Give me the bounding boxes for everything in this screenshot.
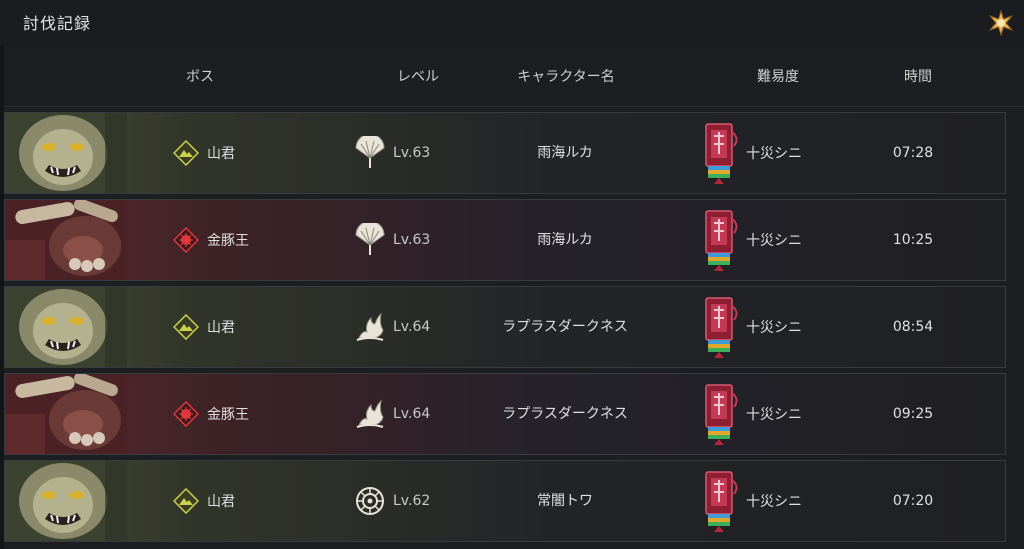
rose-emblem-icon xyxy=(356,487,384,515)
difficulty-label: 十災シニ xyxy=(746,494,802,510)
talisman-icon xyxy=(705,297,738,358)
talisman-icon xyxy=(705,123,738,184)
boss-portrait-tiger xyxy=(5,287,127,367)
difficulty-cell: 十災シニ xyxy=(702,287,802,367)
level-value: Lv.64 xyxy=(393,406,431,422)
table-row[interactable]: 山君 Lv.62 常闇トワ 十災シニ 07:20 xyxy=(4,460,1006,542)
difficulty-cell: 十災シニ xyxy=(702,113,802,193)
character-name: 常闇トワ xyxy=(537,493,593,509)
boss-portrait-pig-king xyxy=(5,200,127,280)
difficulty-cell: 十災シニ xyxy=(702,200,802,280)
table-row[interactable]: 金豚王 Lv.64 ラプラスダークネス 十災シニ 09:25 xyxy=(4,373,1006,455)
level-cell: Lv.64 xyxy=(353,287,430,367)
pig-king-boss-icon xyxy=(173,401,199,427)
header-level: レベル xyxy=(397,69,439,85)
fan-icon xyxy=(355,223,385,255)
talisman-icon xyxy=(705,384,738,445)
table-row[interactable]: 山君 Lv.64 ラプラスダークネス 十災シニ 08:54 xyxy=(4,286,1006,368)
level-value: Lv.63 xyxy=(393,232,431,248)
boss-cell: 山君 xyxy=(173,113,235,193)
table-row[interactable]: 山君 Lv.63 雨海ルカ 十災シニ 07:28 xyxy=(4,112,1006,194)
window-title: 討伐記録 xyxy=(23,14,92,33)
difficulty-label: 十災シニ xyxy=(746,146,802,162)
boss-cell: 山君 xyxy=(173,287,235,367)
boss-cell: 金豚王 xyxy=(173,374,249,454)
boss-name: 山君 xyxy=(207,494,235,510)
character-name: 雨海ルカ xyxy=(537,232,593,248)
difficulty-cell: 十災シニ xyxy=(702,374,802,454)
level-value: Lv.63 xyxy=(393,145,431,161)
clear-time: 10:25 xyxy=(892,232,934,248)
difficulty-label: 十災シニ xyxy=(746,407,802,423)
level-cell: Lv.62 xyxy=(353,461,430,541)
close-star-icon xyxy=(988,9,1014,37)
table-header: ボス レベル キャラクター名 難易度 時間 xyxy=(4,46,1024,107)
boss-name: 山君 xyxy=(207,320,235,336)
level-cell: Lv.64 xyxy=(353,374,430,454)
header-difficulty: 難易度 xyxy=(757,69,799,85)
boss-cell: 金豚王 xyxy=(173,200,249,280)
flame-icon xyxy=(356,399,384,428)
character-name: 雨海ルカ xyxy=(537,145,593,161)
difficulty-label: 十災シニ xyxy=(746,320,802,336)
difficulty-label: 十災シニ xyxy=(746,233,802,249)
boss-name: 金豚王 xyxy=(207,407,249,423)
clear-time: 07:28 xyxy=(892,145,934,161)
boss-portrait-tiger xyxy=(5,113,127,193)
boss-name: 金豚王 xyxy=(207,233,249,249)
level-cell: Lv.63 xyxy=(353,113,430,193)
level-cell: Lv.63 xyxy=(353,200,430,280)
clear-time: 07:20 xyxy=(892,493,934,509)
character-name: ラプラスダークネス xyxy=(502,406,628,422)
talisman-icon xyxy=(705,210,738,271)
talisman-icon xyxy=(705,471,738,532)
mountain-boss-icon xyxy=(173,488,199,514)
boss-name: 山君 xyxy=(207,146,235,162)
boss-portrait-pig-king xyxy=(5,374,127,454)
level-value: Lv.62 xyxy=(393,493,431,509)
pig-king-boss-icon xyxy=(173,227,199,253)
clear-time: 09:25 xyxy=(892,406,934,422)
flame-icon xyxy=(356,312,384,341)
boss-portrait-tiger xyxy=(5,461,127,541)
record-panel: ボス レベル キャラクター名 難易度 時間 山君 Lv.63 雨海ルカ 十災シニ… xyxy=(4,46,1024,549)
clear-time: 08:54 xyxy=(892,319,934,335)
header-boss: ボス xyxy=(186,69,214,85)
level-value: Lv.64 xyxy=(393,319,431,335)
close-button[interactable] xyxy=(988,9,1014,37)
boss-cell: 山君 xyxy=(173,461,235,541)
title-bar: 討伐記録 xyxy=(0,0,1024,47)
table-row[interactable]: 金豚王 Lv.63 雨海ルカ 十災シニ 10:25 xyxy=(4,199,1006,281)
header-character: キャラクター名 xyxy=(517,69,615,85)
difficulty-cell: 十災シニ xyxy=(702,461,802,541)
mountain-boss-icon xyxy=(173,140,199,166)
character-name: ラプラスダークネス xyxy=(502,319,628,335)
header-time: 時間 xyxy=(904,69,932,85)
fan-icon xyxy=(355,136,385,168)
mountain-boss-icon xyxy=(173,314,199,340)
